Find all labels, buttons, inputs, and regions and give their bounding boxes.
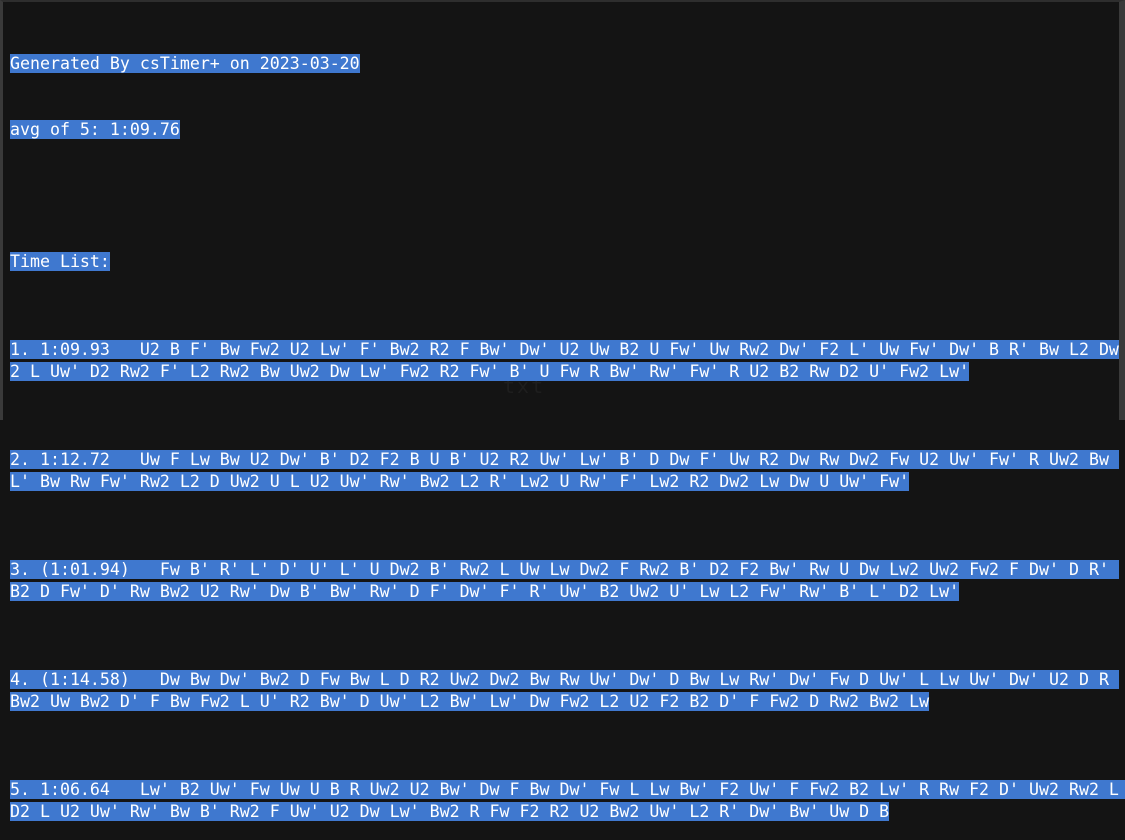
solve-entry-3: 3. (1:01.94) Fw B' R' L' D' U' L' U Dw2 … <box>10 559 1120 603</box>
solve-scramble: Dw Bw Dw' Bw2 D Fw Bw L D R2 Uw2 Dw2 Bw … <box>10 670 1119 711</box>
solve-entry-1: 1. 1:09.93 U2 B F' Bw Fw2 U2 Lw' F' Bw2 … <box>10 339 1120 383</box>
solve-entry-5: 5. 1:06.64 Lw' B2 Uw' Fw Uw U B R Uw2 U2… <box>10 779 1125 823</box>
session-export-text[interactable]: Generated By csTimer+ on 2023-03-20 avg … <box>10 9 1125 840</box>
solve-time: 2. 1:12.72 <box>10 450 140 469</box>
solve-entry-2: 2. 1:12.72 Uw F Lw Bw U2 Dw' B' D2 F2 B … <box>10 449 1120 493</box>
solve-scramble: U2 B F' Bw Fw2 U2 Lw' F' Bw2 R2 F Bw' Dw… <box>10 340 1119 381</box>
export-window: txt Generated By csTimer+ on 2023-03-20 … <box>0 0 1125 821</box>
solve-time: 5. 1:06.64 <box>10 780 140 799</box>
solve-time: 4. (1:14.58) <box>10 670 160 689</box>
solve-entry-4: 4. (1:14.58) Dw Bw Dw' Bw2 D Fw Bw L D R… <box>10 669 1120 713</box>
header-generated-line: Generated By csTimer+ on 2023-03-20 <box>10 54 360 73</box>
solve-time: 3. (1:01.94) <box>10 560 160 579</box>
header-average-line: avg of 5: 1:09.76 <box>10 120 180 139</box>
solve-time: 1. 1:09.93 <box>10 340 140 359</box>
solve-scramble: Uw F Lw Bw U2 Dw' B' D2 F2 B U B' U2 R2 … <box>10 450 1119 491</box>
solve-scramble: Fw B' R' L' D' U' L' U Dw2 B' Rw2 L Uw L… <box>10 560 1119 601</box>
time-list-title: Time List: <box>10 252 110 271</box>
solve-scramble: Lw' B2 Uw' Fw Uw U B R Uw2 U2 Bw' Dw F B… <box>10 780 1119 821</box>
